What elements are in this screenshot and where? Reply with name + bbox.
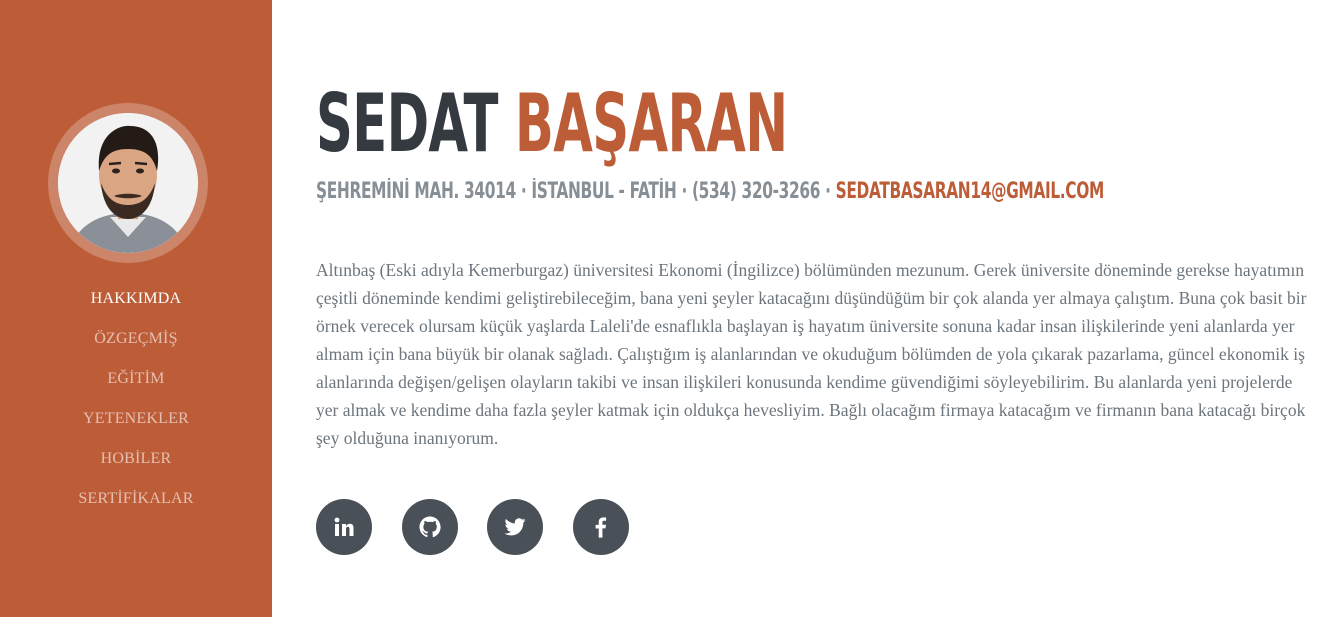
linkedin-icon (334, 517, 354, 536)
nav-item-ozgecmis[interactable]: ÖZGEÇMİŞ (0, 320, 272, 360)
sidebar-nav: HAKKIMDA ÖZGEÇMİŞ EĞİTİM YETENEKLER HOBİ… (0, 280, 272, 520)
nav-item-hakkimda[interactable]: HAKKIMDA (0, 280, 272, 320)
nav-item-yetenekler[interactable]: YETENEKLER (0, 400, 272, 440)
nav-item-hobiler[interactable]: HOBİLER (0, 440, 272, 480)
nav-item-egitim[interactable]: EĞİTİM (0, 360, 272, 400)
facebook-icon (595, 517, 607, 538)
profile-avatar (48, 103, 208, 263)
about-text: Altınbaş (Eski adıyla Kemerburgaz) ünive… (316, 260, 1307, 448)
first-name: SEDAT (316, 77, 498, 170)
linkedin-button[interactable] (316, 499, 372, 555)
github-button[interactable] (402, 499, 458, 555)
sidebar: HAKKIMDA ÖZGEÇMİŞ EĞİTİM YETENEKLER HOBİ… (0, 0, 272, 617)
github-icon (419, 516, 441, 538)
twitter-icon (504, 518, 526, 536)
email-link[interactable]: SEDATBASARAN14@GMAIL.COM (836, 179, 1105, 204)
contact-line: ŞEHREMİNİ MAH. 34014 · İSTANBUL - FATİH … (316, 177, 1104, 207)
facebook-button[interactable] (573, 499, 629, 555)
page-title: SEDAT BAŞARAN (316, 76, 788, 172)
twitter-button[interactable] (487, 499, 543, 555)
contact-address: ŞEHREMİNİ MAH. 34014 · İSTANBUL - FATİH … (316, 179, 836, 204)
last-name: BAŞARAN (514, 77, 788, 170)
profile-photo (58, 113, 198, 253)
nav-item-sertifikalar[interactable]: SERTİFİKALAR (0, 480, 272, 520)
